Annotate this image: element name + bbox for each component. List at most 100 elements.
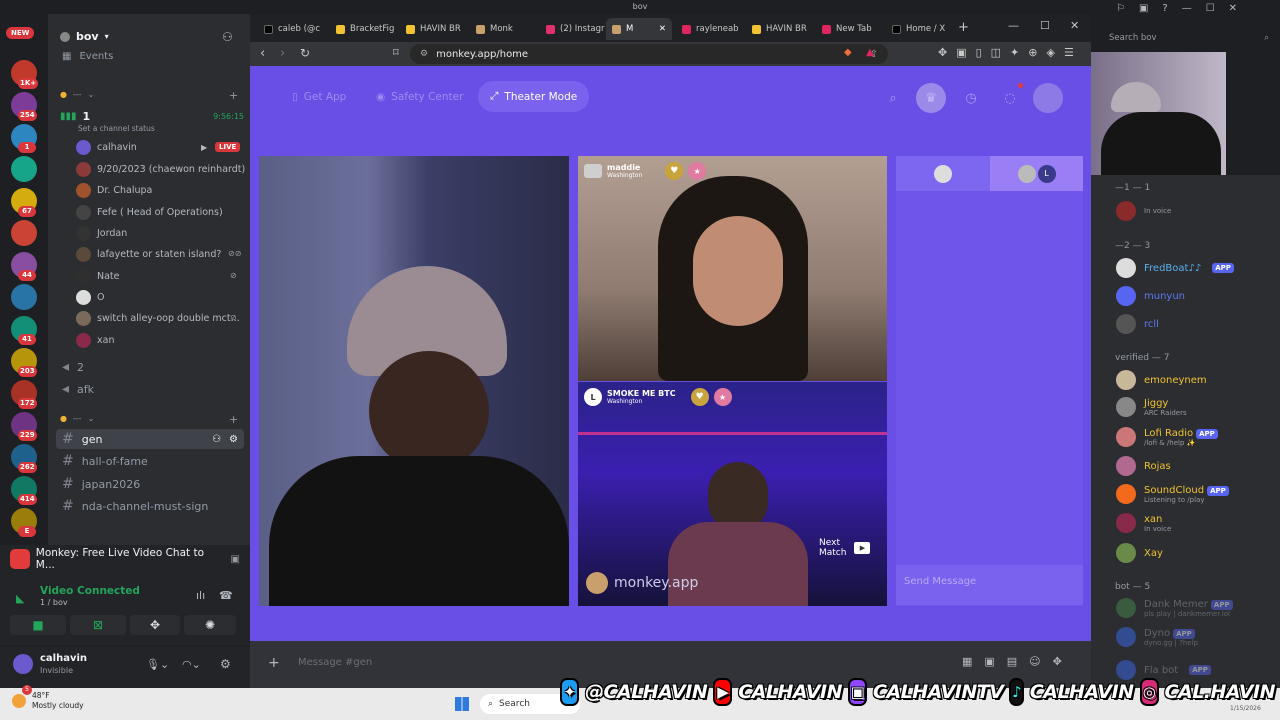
voice-location[interactable]: 1 / bov: [40, 598, 68, 607]
server-icon[interactable]: [11, 284, 37, 310]
tab[interactable]: caleb (@c: [258, 18, 328, 40]
server-header[interactable]: bov ▾: [60, 30, 109, 43]
member-item[interactable]: SoundCloud APP Listening to /play: [1116, 484, 1229, 504]
category-header-1[interactable]: ● --- ⌄: [60, 90, 94, 99]
search-input[interactable]: Search bov ⌕: [1109, 30, 1269, 46]
safety-center-button[interactable]: ◉ Safety Center: [364, 81, 475, 112]
attach-icon[interactable]: +: [268, 655, 280, 671]
browser-actions[interactable]: ✥▣▯◫✦⊕◈☰: [938, 46, 1083, 59]
history-icon[interactable]: ◷: [956, 83, 986, 113]
voice-channel-2[interactable]: ◂ 2: [56, 357, 244, 377]
soundboard-button[interactable]: ✺: [184, 615, 236, 635]
tab[interactable]: (2) Instagr: [540, 18, 606, 40]
voice-user[interactable]: Jordan: [76, 223, 127, 243]
forward-icon[interactable]: ›: [280, 46, 285, 61]
tab[interactable]: Home / X: [886, 18, 956, 40]
tab[interactable]: rayleneab: [676, 18, 746, 40]
voice-user[interactable]: Fefe ( Head of Operations): [76, 202, 223, 222]
channel-status-prompt[interactable]: Set a channel status: [78, 124, 155, 133]
get-app-button[interactable]: ▯ Get App: [280, 81, 358, 112]
text-channel[interactable]: # hall-of-fame: [56, 451, 244, 471]
heart-icon[interactable]: ♥: [690, 388, 709, 406]
invite-icon[interactable]: ⚇: [212, 434, 221, 445]
voice-user[interactable]: 9/20/2023 (chaewon reinhardt): [76, 159, 245, 179]
back-icon[interactable]: ‹: [260, 46, 265, 61]
maximize-button[interactable]: ☐: [1040, 19, 1050, 32]
gear-icon[interactable]: ⚙: [220, 657, 231, 671]
report-icon[interactable]: ★: [688, 162, 707, 180]
text-channel-gen[interactable]: # gen ⚇ ⚙: [56, 429, 244, 449]
windows-start-icon[interactable]: [455, 697, 469, 711]
disconnect-icon[interactable]: ☎: [219, 589, 233, 602]
member-item[interactable]: Dank Memer APP pls play | dankmemer.lol: [1116, 598, 1233, 618]
member-item[interactable]: Lofi Radio APP/lofi & /help ✨: [1116, 427, 1218, 447]
tab[interactable]: New Tab: [816, 18, 886, 40]
camera-button[interactable]: ■: [10, 615, 66, 635]
member-item[interactable]: emoneynem: [1116, 370, 1207, 390]
tab[interactable]: HAVIN BR: [746, 18, 816, 40]
voice-channel-afk[interactable]: ◂ afk: [56, 379, 244, 399]
member-item[interactable]: Rojas: [1116, 456, 1171, 476]
reload-icon[interactable]: ↻: [300, 46, 310, 60]
close-window-button[interactable]: ✕: [1070, 19, 1079, 32]
category-header-2[interactable]: ● --- ⌄: [60, 414, 94, 423]
bookmark-icon[interactable]: ⌑: [393, 46, 399, 59]
voice-user[interactable]: lafayette or staten island?: [76, 244, 221, 264]
report-icon[interactable]: ★: [713, 388, 732, 406]
server-icon[interactable]: [11, 156, 37, 182]
brave-rewards-icon[interactable]: ▲: [866, 47, 874, 58]
add-channel-icon[interactable]: +: [229, 413, 238, 426]
weather-widget[interactable]: 48°F Mostly cloudy: [12, 691, 84, 711]
member-item[interactable]: FredBoat♪♪ APP: [1116, 258, 1234, 278]
tab[interactable]: HAVIN BR: [400, 18, 468, 40]
activities-button[interactable]: ✥: [130, 615, 180, 635]
member-item[interactable]: In voice: [1116, 201, 1171, 221]
composer-icons[interactable]: ▦▣▤☺✥: [962, 655, 1074, 668]
member-item[interactable]: xan In voice: [1116, 513, 1171, 533]
chat-tab-2[interactable]: L: [990, 156, 1083, 191]
popout-icon[interactable]: ▣: [231, 554, 240, 565]
voice-user[interactable]: Dr. Chalupa: [76, 180, 152, 200]
minimize-button[interactable]: —: [1008, 19, 1019, 32]
profile-avatar[interactable]: [1033, 83, 1063, 113]
voice-user[interactable]: calhavin: [76, 137, 137, 157]
text-channel[interactable]: # japan2026: [56, 474, 244, 494]
noise-suppression-icon[interactable]: ılı: [196, 589, 205, 602]
member-item[interactable]: Jiggy ARC Raiders: [1116, 397, 1187, 417]
add-member-icon[interactable]: ⚇: [222, 30, 233, 44]
headphones-icon[interactable]: ◠⌄: [182, 658, 201, 671]
message-input[interactable]: Message #gen: [298, 657, 372, 668]
search-icon[interactable]: ⌕: [878, 83, 908, 113]
add-channel-icon[interactable]: +: [229, 89, 238, 102]
chat-tab-1[interactable]: [896, 156, 990, 191]
avatar[interactable]: [13, 654, 33, 674]
tab-active[interactable]: M ✕: [606, 18, 672, 40]
titlebar-actions[interactable]: ⚐▣?—☐✕: [1116, 3, 1251, 14]
theater-mode-button[interactable]: ⤢ Theater Mode: [478, 81, 590, 112]
member-item[interactable]: rcll: [1116, 314, 1159, 334]
member-item[interactable]: Xay: [1116, 543, 1163, 563]
voice-user[interactable]: xan: [76, 330, 114, 350]
crown-icon[interactable]: ♛: [916, 83, 946, 113]
next-match-button[interactable]: Next Match ▶: [819, 538, 871, 558]
voice-user[interactable]: O: [76, 287, 104, 307]
microphone-icon[interactable]: 🎙︎⌄: [146, 658, 169, 671]
tab[interactable]: Monk: [470, 18, 540, 40]
gear-icon[interactable]: ⚙: [229, 434, 238, 445]
new-tab-button[interactable]: +: [958, 20, 969, 35]
voice-channel-1[interactable]: ▮▮▮ 1 9:56:15: [60, 108, 244, 124]
text-channel[interactable]: # nda-channel-must-sign: [56, 496, 244, 516]
site-info-icon[interactable]: ⚙: [420, 49, 428, 59]
events-link[interactable]: ▦ Events: [62, 51, 113, 62]
brave-shields-icon[interactable]: ◆: [844, 47, 852, 58]
activity-bar[interactable]: Monkey: Free Live Video Chat to M... ▣: [10, 547, 240, 571]
voice-user[interactable]: Nate: [76, 266, 120, 286]
heart-icon[interactable]: ♥: [665, 162, 684, 180]
voice-user[interactable]: switch alley-oop double mct...: [76, 308, 240, 328]
address-bar[interactable]: ⚙ monkey.app/home ⇪: [410, 44, 888, 64]
server-icon[interactable]: [11, 220, 37, 246]
send-message-input[interactable]: Send Message: [896, 565, 1083, 605]
screen-share-button[interactable]: ⊠: [70, 615, 126, 635]
member-item[interactable]: munyun: [1116, 286, 1185, 306]
member-item[interactable]: Dyno APP dyno.gg | ?help: [1116, 627, 1198, 647]
